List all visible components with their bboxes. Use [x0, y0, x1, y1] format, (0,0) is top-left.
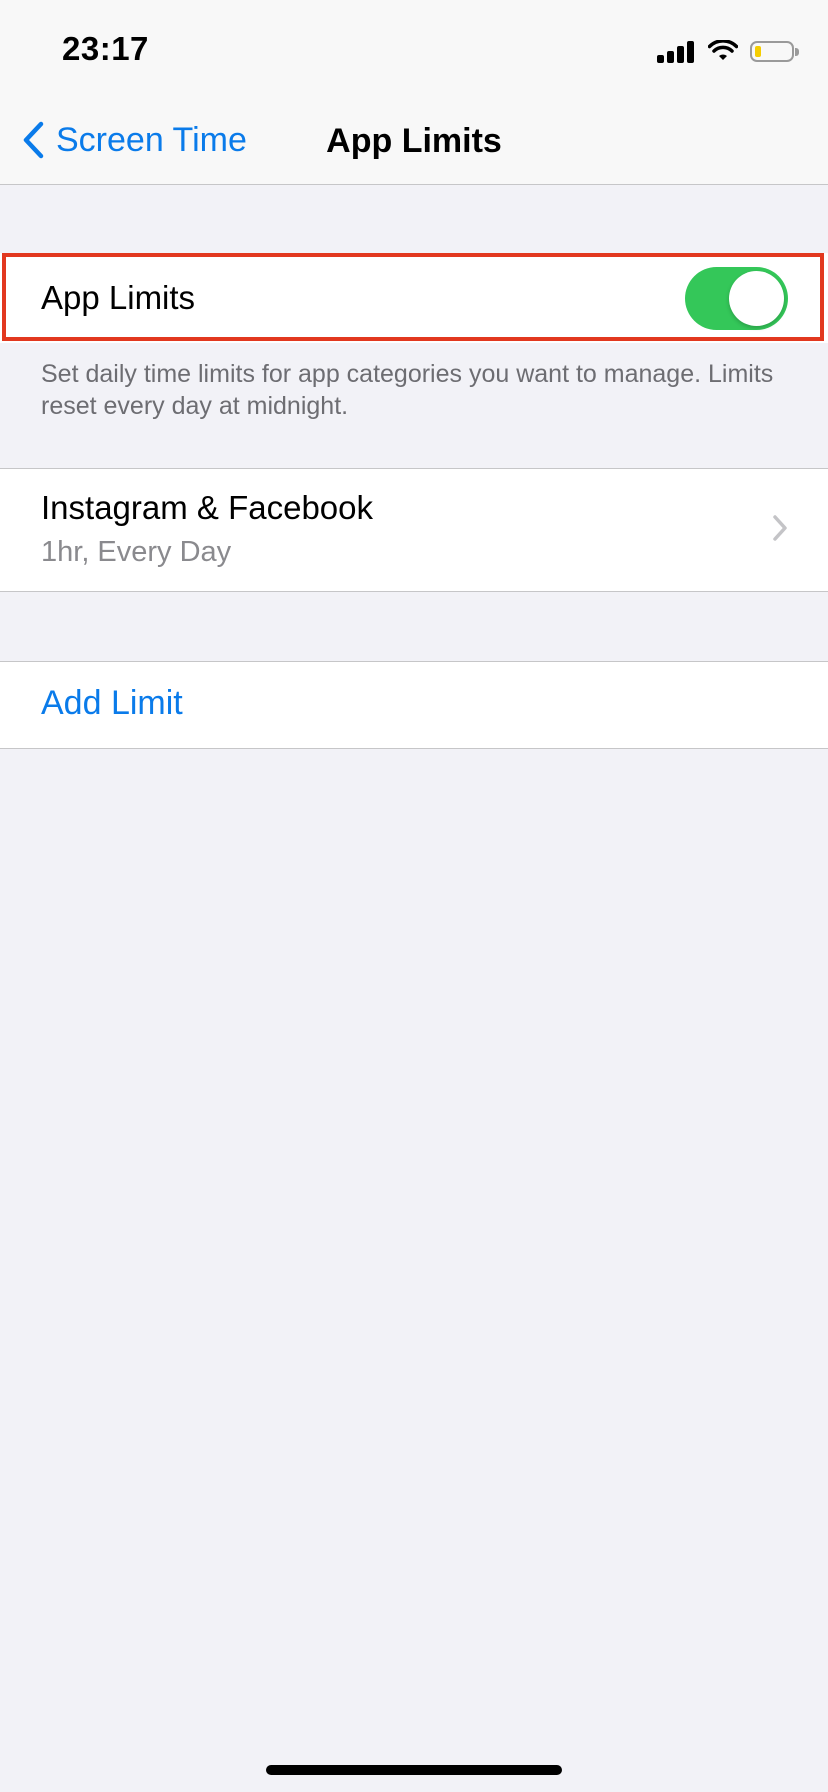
- app-limits-description: Set daily time limits for app categories…: [41, 360, 774, 420]
- app-limits-toggle-label: App Limits: [41, 279, 196, 316]
- status-time: 23:17: [62, 30, 149, 67]
- add-limit-label: Add Limit: [41, 684, 183, 722]
- cellular-signal-icon: [657, 39, 694, 63]
- navigation-bar: Screen Time App Limits: [0, 100, 828, 185]
- limit-item-subtitle: 1hr, Every Day: [41, 536, 232, 568]
- add-limit-button[interactable]: Add Limit: [0, 661, 828, 749]
- home-indicator[interactable]: [266, 1765, 562, 1775]
- chevron-right-icon: [773, 515, 787, 541]
- app-limits-toggle-switch[interactable]: [685, 267, 788, 330]
- toggle-knob: [729, 271, 784, 326]
- wifi-icon: [708, 40, 738, 60]
- limit-item-instagram-facebook[interactable]: Instagram & Facebook 1hr, Every Day: [0, 468, 828, 592]
- app-limits-toggle-row: App Limits: [0, 253, 828, 343]
- limit-item-title: Instagram & Facebook: [41, 489, 373, 526]
- status-icons: [657, 36, 799, 66]
- battery-icon: [750, 40, 799, 62]
- page-title: App Limits: [326, 122, 502, 160]
- status-bar: 23:17: [0, 0, 828, 100]
